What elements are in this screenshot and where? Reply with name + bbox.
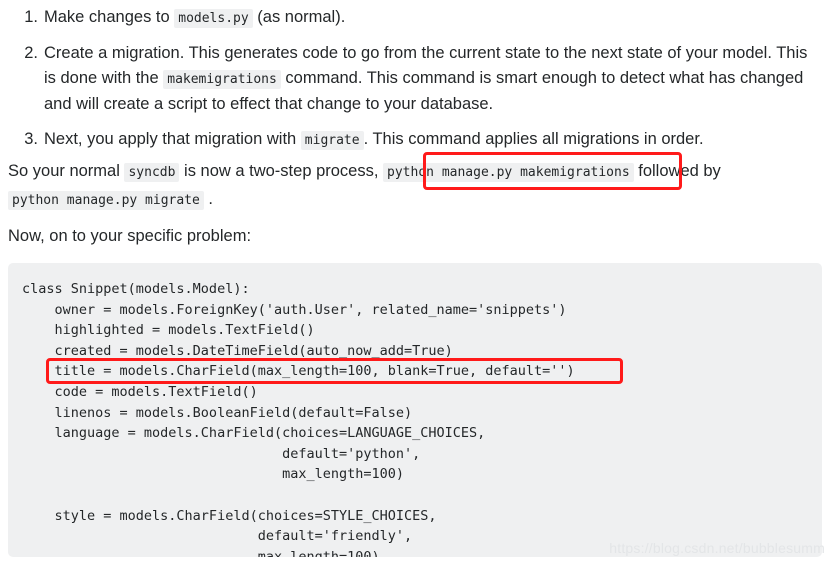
inline-code-migrate-command: python manage.py migrate: [8, 191, 204, 210]
code-block-snippet-model: class Snippet(models.Model): owner = mod…: [8, 263, 822, 557]
watermark-text: https://blog.csdn.net/bubblesumm: [609, 540, 825, 556]
code-block-content: class Snippet(models.Model): owner = mod…: [22, 281, 575, 557]
inline-code-migrate: migrate: [300, 131, 364, 150]
list-item: 1. Make changes to models.py (as normal).: [8, 5, 808, 31]
syncdb-paragraph: So your normal syncdb is now a two-step …: [8, 158, 823, 214]
migration-steps-list: 1. Make changes to models.py (as normal).…: [8, 5, 808, 163]
step-text-before: Next, you apply that migration with: [44, 130, 301, 148]
specific-problem-paragraph: Now, on to your specific problem:: [8, 227, 252, 245]
list-marker: 1.: [24, 8, 38, 26]
step-text-before: Make changes to: [44, 8, 175, 26]
inline-code-makemigrations-command: python manage.py makemigrations: [383, 163, 634, 182]
step-text-after: . This command applies all migrations in…: [363, 130, 704, 148]
inline-code-models-py: models.py: [174, 9, 253, 28]
inline-code-makemigrations: makemigrations: [163, 70, 281, 89]
para-after-text: followed by: [633, 162, 721, 180]
para-middle-text: is now a two-step process,: [179, 162, 384, 180]
para-lead-text: So your normal: [8, 162, 125, 180]
list-marker: 2.: [24, 44, 38, 62]
para-trailing-text: .: [203, 190, 214, 208]
list-item: 3. Next, you apply that migration with mi…: [8, 127, 808, 153]
list-item: 2. Create a migration. This generates cod…: [8, 41, 808, 117]
step-text-after: (as normal).: [252, 8, 346, 26]
inline-code-syncdb: syncdb: [124, 163, 180, 182]
article-content: 1. Make changes to models.py (as normal).…: [0, 0, 829, 566]
list-marker: 3.: [24, 130, 38, 148]
